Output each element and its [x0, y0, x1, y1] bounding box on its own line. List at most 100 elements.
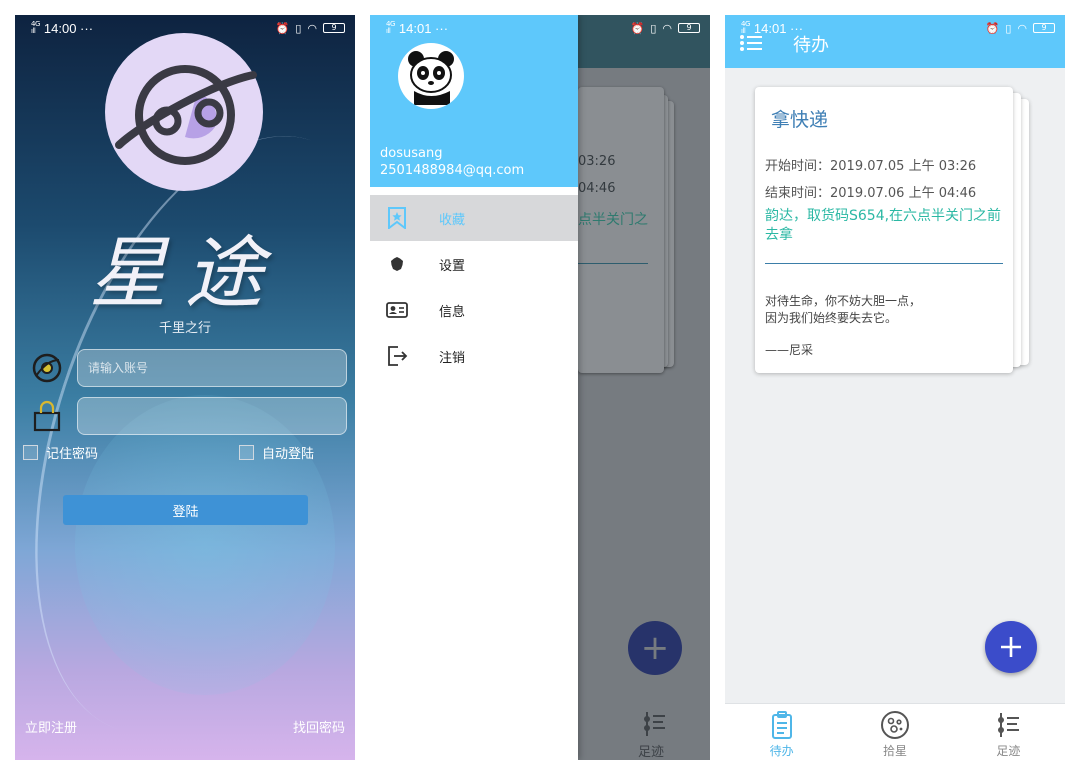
account-row — [31, 349, 347, 387]
todo-card-title: 拿快递 — [771, 109, 829, 131]
drawer-item-favorites[interactable]: 收藏 — [370, 195, 578, 241]
drawer-email: 2501488984@qq.com — [380, 163, 525, 178]
todo-screen: 4G ıll 14:01 ··· ⏰ ▯ ◠ 9 待办 拿快递 开始时间：2019… — [725, 15, 1065, 760]
status-bar-right: ⏰ ▯ ◠ 9 — [578, 15, 710, 41]
app-name: 星途 — [88, 229, 281, 319]
add-todo-button[interactable] — [985, 621, 1037, 673]
status-time: 14:01 ··· — [398, 20, 449, 36]
drawer-item-label: 注销 — [439, 350, 466, 366]
wifi-icon: ◠ — [307, 21, 317, 35]
drawer-item-info[interactable]: 信息 — [370, 287, 578, 333]
register-link[interactable]: 立即注册 — [25, 717, 77, 736]
dimmed-card — [578, 87, 664, 373]
footprint-list-icon — [644, 712, 665, 736]
drawer-item-label: 设置 — [439, 258, 466, 274]
bookmark-star-icon — [386, 207, 408, 229]
app-slogan: 千里之行 — [158, 321, 211, 336]
footprint-list-icon — [998, 713, 1020, 737]
tab-footprints[interactable]: 足迹 — [952, 704, 1065, 760]
tab-todo[interactable]: 待办 — [725, 704, 838, 760]
drawer-item-settings[interactable]: 设置 — [370, 241, 578, 287]
battery-icon: 9 — [678, 23, 700, 33]
drawer-screen: 03:26 04:46 点半关门之 + 足迹 4Gıll 14:01 ··· — [370, 15, 710, 760]
dimmed-divider — [578, 263, 648, 264]
account-input[interactable] — [77, 349, 347, 387]
dimmed-add-icon: + — [628, 621, 682, 675]
end-time-value: 2019.07.06 上午 04:46 — [830, 186, 977, 201]
vibrate-icon: ▯ — [650, 21, 657, 35]
plus-icon — [1001, 637, 1021, 657]
vibrate-icon: ▯ — [1005, 21, 1012, 35]
password-input[interactable] — [77, 397, 347, 435]
avatar[interactable] — [398, 43, 464, 109]
tab-label: 拾星 — [882, 744, 907, 758]
signal-icon: 4G ıll — [741, 20, 750, 35]
alarm-icon: ⏰ — [630, 21, 645, 35]
drawer-header: 4G ıll 14:01 ··· dosusang 2501488984@qq.… — [370, 15, 578, 187]
drawer-item-label: 信息 — [439, 304, 466, 320]
planet-icon — [880, 711, 909, 739]
dimmed-content[interactable]: 03:26 04:46 点半关门之 + 足迹 — [578, 15, 710, 760]
wifi-icon: ◠ — [662, 21, 672, 35]
tab-label: 足迹 — [996, 744, 1021, 758]
status-bar: 4G ıll 14:00 ··· ⏰ ▯ ◠ 9 — [15, 15, 355, 41]
navigation-drawer: 4G ıll 14:01 ··· dosusang 2501488984@qq.… — [370, 15, 578, 760]
alarm-icon: ⏰ — [275, 21, 290, 35]
logout-icon — [386, 345, 408, 367]
quote-line: 对待生命，你不妨大胆一点， — [765, 294, 922, 308]
dimmed-tab-label: 足迹 — [638, 745, 665, 760]
card-divider — [765, 263, 1003, 264]
quote-author: ——尼采 — [765, 343, 814, 357]
panda-avatar-icon — [408, 51, 454, 105]
bottom-tab-bar: 待办 拾星 足迹 — [725, 703, 1065, 760]
tab-label: 待办 — [769, 744, 794, 758]
remember-password-label: 记住密码 — [46, 447, 99, 462]
end-time-label: 结束时间： — [765, 186, 831, 201]
tab-stars[interactable]: 拾星 — [838, 704, 951, 760]
planet-account-icon — [32, 353, 62, 383]
dimmed-start-time: 03:26 — [578, 154, 616, 169]
app-bar: 4G ıll 14:01 ··· ⏰ ▯ ◠ 9 待办 — [725, 15, 1065, 68]
todo-card[interactable]: 拿快递 开始时间：2019.07.05 上午 03:26 结束时间：2019.0… — [755, 87, 1013, 373]
planet-logo-icon — [115, 65, 257, 165]
signal-icon: 4G ıll — [31, 20, 40, 35]
drawer-username: dosusang — [380, 146, 443, 161]
start-time-value: 2019.07.05 上午 03:26 — [830, 159, 977, 174]
battery-icon: 9 — [1033, 23, 1055, 33]
status-bar: 4G ıll 14:01 ··· ⏰ ▯ ◠ 9 — [725, 15, 1065, 41]
wifi-icon: ◠ — [1017, 21, 1027, 35]
drawer-item-label: 收藏 — [439, 212, 466, 228]
dimmed-note: 点半关门之 — [578, 212, 648, 228]
checkbox-box[interactable] — [239, 445, 254, 460]
drawer-user-info: dosusang 2501488984@qq.com — [380, 145, 524, 179]
id-card-icon — [386, 299, 408, 321]
options-row: 记住密码 自动登陆 — [23, 443, 343, 462]
status-time: 14:00 ··· — [43, 20, 94, 36]
battery-icon: 9 — [323, 23, 345, 33]
start-time-label: 开始时间： — [765, 159, 831, 174]
remember-password-checkbox[interactable]: 记住密码 — [23, 443, 98, 462]
drawer-menu: 收藏 设置 信息 注销 — [370, 195, 578, 379]
clipboard-icon — [771, 711, 792, 739]
auto-login-label: 自动登陆 — [262, 447, 315, 462]
end-time-row: 结束时间：2019.07.06 上午 04:46 — [765, 182, 976, 201]
checkbox-box[interactable] — [23, 445, 38, 460]
todo-note: 韵达，取货码S654,在六点半关门之前去拿 — [765, 208, 1002, 243]
status-time: 14:01 ··· — [753, 20, 804, 36]
gear-icon — [386, 253, 408, 275]
signal-icon: 4G ıll — [386, 20, 395, 35]
drawer-item-logout[interactable]: 注销 — [370, 333, 578, 379]
forgot-password-link[interactable]: 找回密码 — [293, 717, 345, 736]
password-row — [31, 397, 347, 435]
app-logo — [105, 33, 263, 191]
login-screen: 4G ıll 14:00 ··· ⏰ ▯ ◠ 9 星途 千里之行 请输入账号 记… — [15, 15, 355, 760]
start-time-row: 开始时间：2019.07.05 上午 03:26 — [765, 155, 976, 174]
alarm-icon: ⏰ — [985, 21, 1000, 35]
login-button[interactable]: 登陆 — [63, 495, 308, 525]
lock-icon — [33, 400, 61, 432]
auto-login-checkbox[interactable]: 自动登陆 — [239, 443, 314, 462]
vibrate-icon: ▯ — [295, 21, 302, 35]
status-bar: 4G ıll 14:01 ··· — [370, 15, 578, 41]
dimmed-end-time: 04:46 — [578, 181, 616, 196]
quote: 对待生命，你不妨大胆一点， 因为我们始终要失去它。 — [765, 293, 921, 327]
